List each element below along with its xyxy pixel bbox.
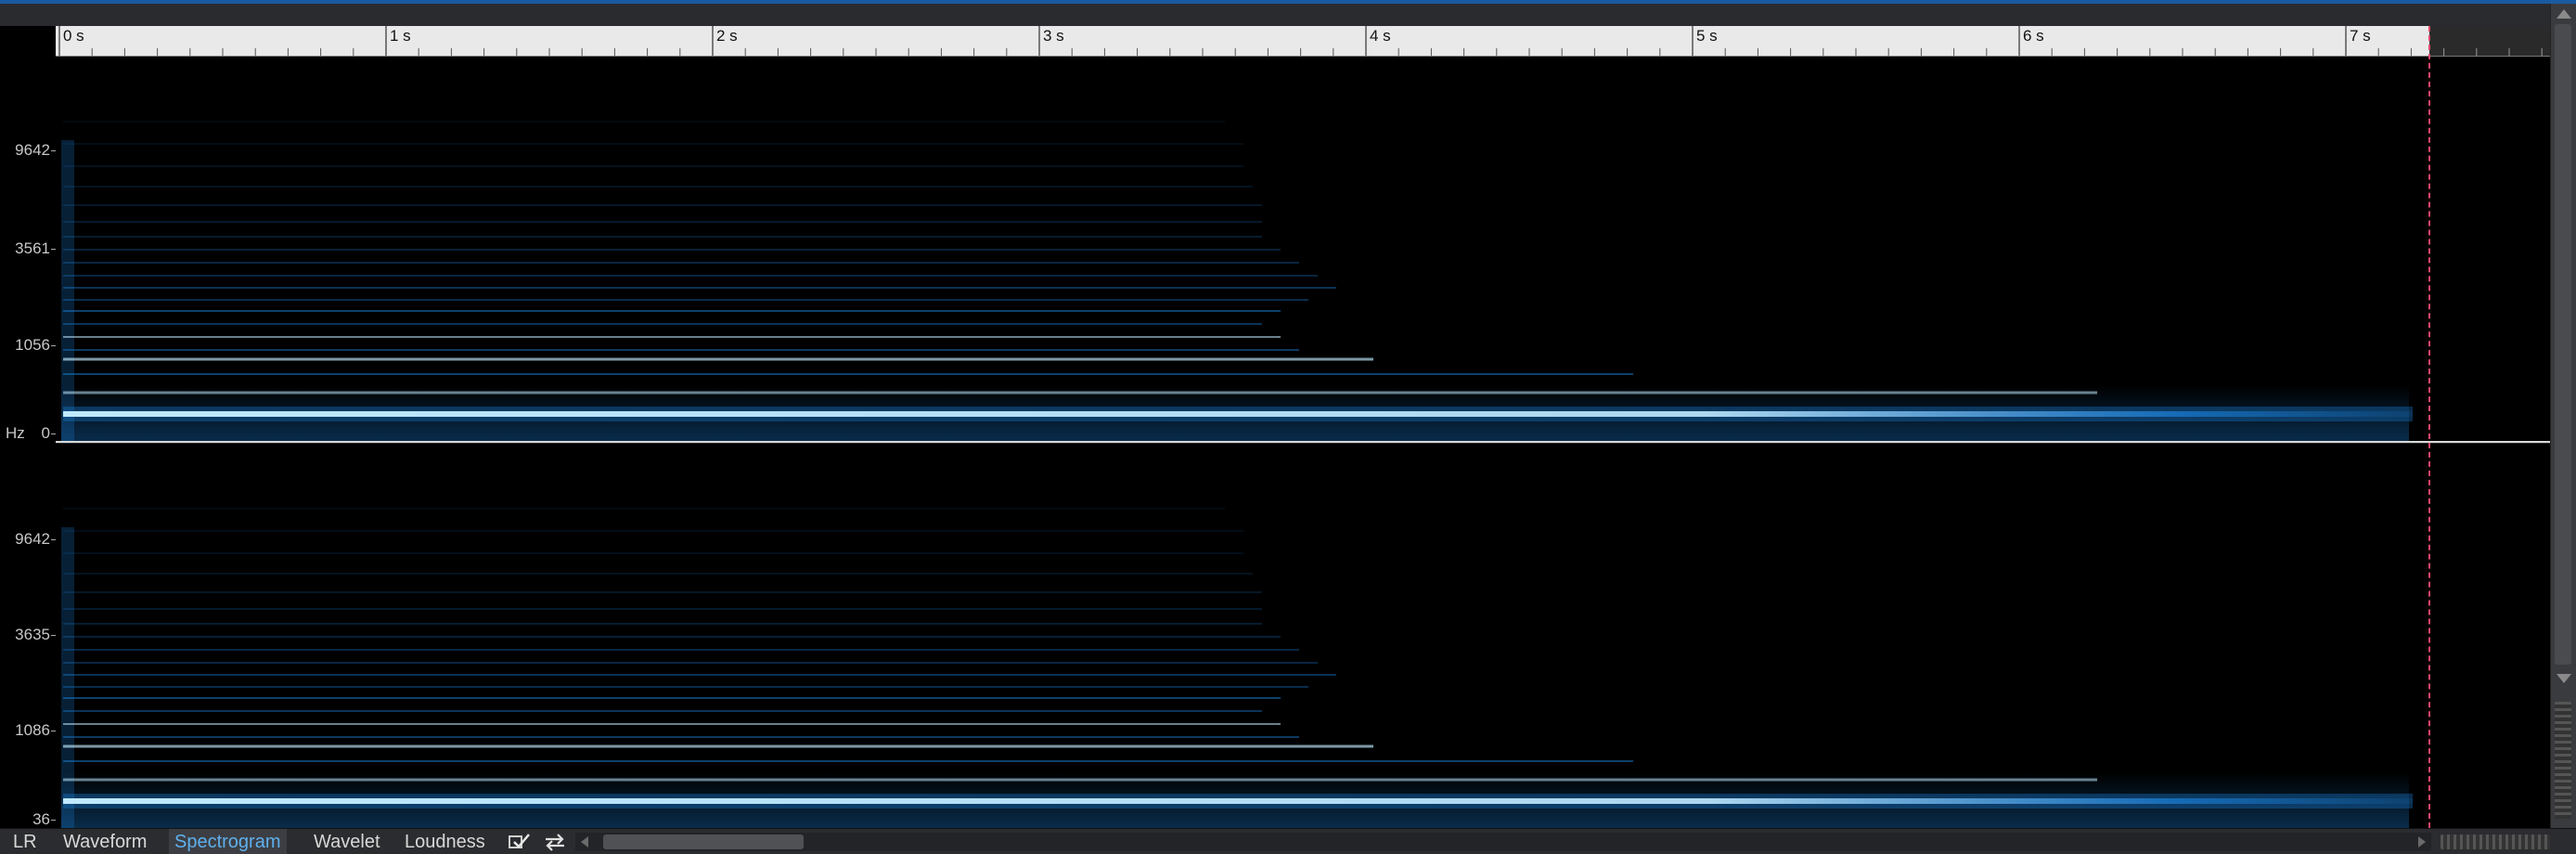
spectrogram-harmonic-band (63, 760, 1633, 762)
freq-label-bottom-36: 36 (32, 810, 50, 828)
spectrogram-harmonic-band (63, 299, 1308, 301)
freq-label-bottom-3635: 3635 (15, 626, 50, 643)
time-mark-7: 7 s (2350, 27, 2371, 45)
top-strip (0, 4, 2576, 26)
spectrogram-harmonic-band (63, 636, 1281, 638)
freq-label-top-1056: 1056 (15, 336, 50, 354)
time-mark-3: 3 s (1043, 27, 1064, 45)
spectrogram-harmonic-band (63, 143, 1243, 145)
channel-divider (56, 441, 2550, 443)
spectrogram-harmonic-band (63, 649, 1299, 651)
scroll-right-icon[interactable] (2418, 836, 2426, 848)
spectrogram-onset (61, 527, 74, 828)
spectrogram-harmonic-band (63, 357, 1373, 361)
freq-label-top-0: 0 (41, 424, 50, 442)
horizontal-zoom-grip[interactable] (2441, 835, 2550, 849)
time-mark-4: 4 s (1370, 27, 1391, 45)
scroll-left-icon[interactable] (581, 836, 588, 848)
spectrogram-harmonic-band (63, 165, 1243, 167)
scroll-up-icon[interactable] (2557, 9, 2571, 19)
time-mark-5: 5 s (1696, 27, 1718, 45)
spectrogram-onset (61, 140, 74, 441)
spectrogram-image (61, 121, 2413, 441)
tab-wavelet[interactable]: Wavelet (308, 829, 386, 854)
time-mark-0: 0 s (63, 27, 84, 45)
spectrogram-harmonic-band (63, 623, 1262, 625)
time-mark-2: 2 s (716, 27, 738, 45)
time-mark-6: 6 s (2023, 27, 2044, 45)
ruler-ticks (58, 26, 2543, 56)
freq-label-bottom-9642: 9642 (15, 530, 50, 548)
spectrogram-harmonic-band (63, 323, 1262, 325)
spectrogram-harmonic-band (63, 508, 1225, 510)
tab-spectrogram[interactable]: Spectrogram (169, 829, 287, 854)
spectrogram-harmonic-band (63, 608, 1262, 610)
vertical-scrollbar[interactable] (2550, 4, 2576, 828)
spectrogram-harmonic-band (63, 686, 1308, 688)
spectrogram-harmonic-band (63, 262, 1299, 264)
time-ruler[interactable]: 0 s 1 s 2 s 3 s 4 s 5 s 6 s 7 s (56, 26, 2550, 57)
spectrogram-harmonic-band (63, 674, 1336, 676)
spectrogram-harmonic-band (63, 336, 1281, 338)
spectrogram-harmonic-band (63, 778, 2097, 782)
spectrogram-harmonic-band (63, 736, 1299, 738)
horizontal-scroll-thumb[interactable] (603, 835, 804, 849)
playhead-cursor[interactable] (2428, 26, 2430, 828)
spectrogram-harmonic-band (63, 186, 1253, 188)
spectrogram-harmonic-band (63, 411, 2413, 417)
spectrogram-harmonic-band (63, 591, 1262, 593)
vertical-zoom-grip[interactable] (2555, 702, 2571, 819)
spectrogram-left-channel[interactable] (56, 57, 2550, 441)
spectrogram-harmonic-band (63, 552, 1243, 554)
freq-label-bottom-1086: 1086 (15, 721, 50, 739)
spectrogram-harmonic-band (63, 391, 2097, 395)
spectrogram-harmonic-band (63, 373, 1633, 375)
hz-unit-label: Hz (6, 424, 25, 442)
tab-loudness[interactable]: Loudness (399, 829, 491, 854)
spectrogram-harmonic-band (63, 287, 1336, 289)
spectrogram-harmonic-band (63, 744, 1373, 748)
channel-selector[interactable]: LR (7, 829, 43, 854)
spectrogram-harmonic-band (63, 798, 2413, 804)
spectrogram-harmonic-band (63, 249, 1281, 251)
horizontal-scrollbar[interactable] (575, 833, 2431, 851)
freq-label-top-9642: 9642 (15, 141, 50, 159)
frequency-axis: 9642 3561 1056 Hz 0 9642 3635 1086 36 (0, 26, 56, 828)
spectrogram-harmonic-band (63, 349, 1299, 351)
spectrogram-harmonic-band (63, 662, 1318, 664)
scroll-down-icon[interactable] (2557, 674, 2571, 683)
spectrogram-image (61, 508, 2413, 828)
select-check-icon[interactable] (507, 832, 533, 852)
spectrogram-harmonic-band (63, 573, 1253, 575)
view-mode-bar: LR Waveform Spectrogram Wavelet Loudness (0, 828, 2576, 854)
spectrogram-harmonic-band (63, 697, 1281, 699)
spectrogram-harmonic-band (63, 310, 1281, 312)
tab-waveform[interactable]: Waveform (58, 829, 152, 854)
swap-channels-icon[interactable] (542, 832, 568, 852)
spectrogram-harmonic-band (63, 530, 1243, 532)
spectrogram-harmonic-band (63, 221, 1262, 223)
spectrogram-right-channel[interactable] (56, 444, 2550, 828)
spectrogram-harmonic-band (63, 723, 1281, 725)
spectrogram-harmonic-band (63, 121, 1225, 123)
time-mark-1: 1 s (390, 27, 411, 45)
spectrogram-harmonic-band (63, 236, 1262, 238)
spectrogram-harmonic-band (63, 710, 1262, 712)
audio-editor-window: 0 s 1 s 2 s 3 s 4 s 5 s 6 s 7 s 9642 356… (0, 0, 2576, 854)
vertical-scroll-thumb[interactable] (2555, 24, 2571, 665)
spectrogram-harmonic-band (63, 204, 1262, 206)
freq-label-top-3561: 3561 (15, 239, 50, 257)
spectrogram-harmonic-band (63, 275, 1318, 277)
